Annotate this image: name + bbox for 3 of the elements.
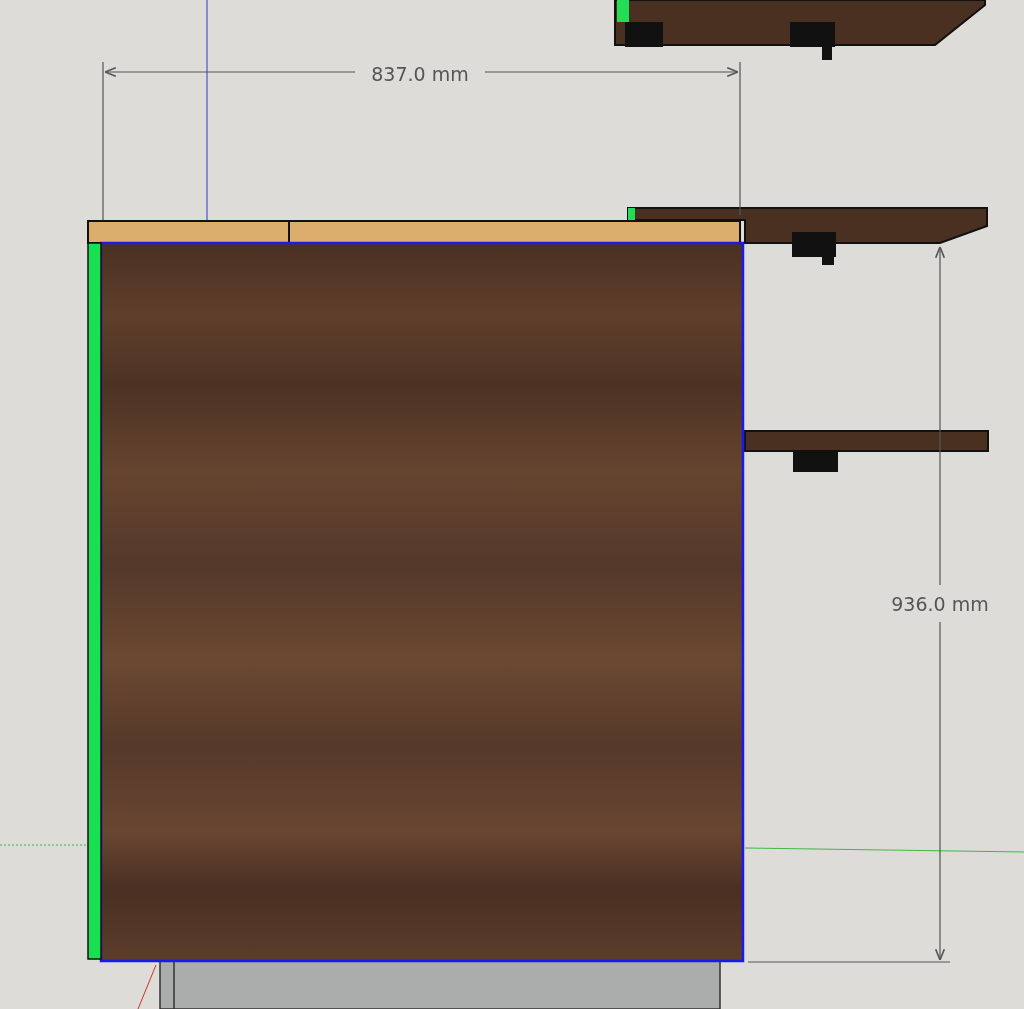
dimension-label: 837.0 mm <box>371 63 469 85</box>
diagonal-axis-line <box>137 964 157 1009</box>
dimension-label: 936.0 mm <box>891 593 989 615</box>
